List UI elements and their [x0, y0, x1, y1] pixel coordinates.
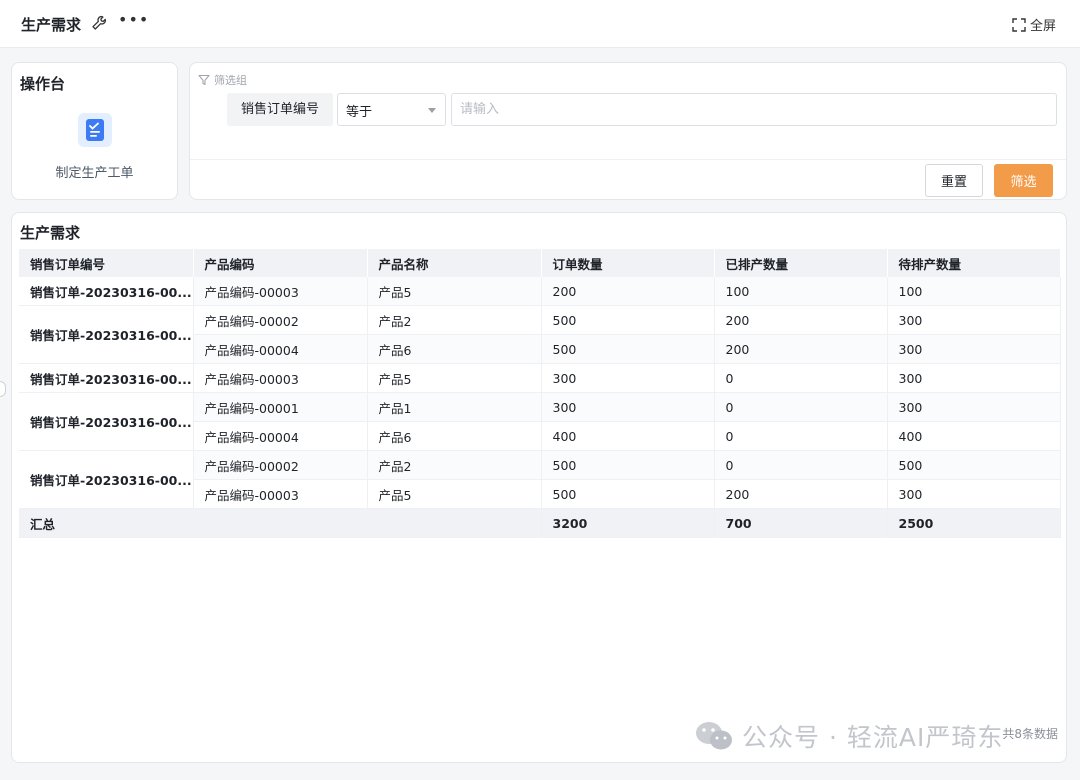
table-row[interactable]: 销售订单-20230316-00... 产品编码-00003 产品5 300 0…	[19, 363, 1061, 393]
console-title: 操作台	[20, 75, 66, 93]
filter-divider	[190, 159, 1066, 160]
chevron-down-icon	[428, 108, 436, 113]
checklist-icon	[78, 113, 112, 147]
order-qty-cell: 500	[541, 479, 715, 509]
pending-qty-cell: 300	[887, 363, 1061, 393]
top-bar: 生产需求 ••• 全屏	[0, 0, 1080, 48]
more-icon[interactable]: •••	[118, 10, 149, 29]
product-name-cell: 产品2	[367, 305, 542, 335]
operator-select[interactable]: 等于	[337, 93, 446, 126]
column-header[interactable]: 销售订单编号	[19, 249, 194, 277]
pending-qty-cell: 500	[887, 450, 1061, 480]
filter-icon	[198, 74, 210, 86]
watermark-text: 公众号 · 轻流AI严琦东	[742, 723, 1004, 752]
summary-pending-qty: 2500	[887, 508, 1061, 538]
product-code-cell: 产品编码-00004	[193, 334, 368, 364]
page-title: 生产需求	[21, 16, 82, 34]
summary-scheduled-qty: 700	[714, 508, 888, 538]
pending-qty-cell: 300	[887, 392, 1061, 422]
filter-panel: 筛选组 销售订单编号 等于 重置 筛选	[189, 62, 1067, 200]
scheduled-qty-cell: 200	[714, 479, 888, 509]
order-number-cell: 销售订单-20230316-00...	[19, 392, 194, 451]
product-code-cell: 产品编码-00003	[193, 363, 368, 393]
product-name-cell: 产品5	[367, 479, 542, 509]
table-row[interactable]: 销售订单-20230316-00... 产品编码-00003 产品5 200 1…	[19, 277, 1061, 306]
column-header[interactable]: 待排产数量	[887, 249, 1061, 277]
table-header-row: 销售订单编号 产品编码 产品名称 订单数量 已排产数量 待排产数量	[19, 249, 1061, 277]
order-number-cell: 销售订单-20230316-00...	[19, 450, 194, 509]
product-name-cell: 产品5	[367, 363, 542, 393]
product-name-cell: 产品6	[367, 334, 542, 364]
product-code-cell: 产品编码-00004	[193, 421, 368, 451]
product-code-cell: 产品编码-00001	[193, 392, 368, 422]
fullscreen-label: 全屏	[1029, 19, 1056, 34]
create-work-order-button[interactable]: 制定生产工单	[12, 111, 177, 191]
order-qty-cell: 500	[541, 450, 715, 480]
filter-value-input[interactable]	[451, 93, 1057, 126]
record-count: 共8条数据	[1002, 727, 1058, 741]
order-qty-cell: 200	[541, 277, 715, 306]
reset-button[interactable]: 重置	[925, 164, 983, 197]
fullscreen-icon	[1012, 17, 1026, 32]
product-name-cell: 产品5	[367, 277, 542, 306]
order-number-cell: 销售订单-20230316-00...	[19, 277, 194, 306]
order-number-cell: 销售订单-20230316-00...	[19, 363, 194, 393]
product-code-cell: 产品编码-00002	[193, 450, 368, 480]
product-name-cell: 产品2	[367, 450, 542, 480]
order-qty-cell: 500	[541, 334, 715, 364]
filter-group-text: 筛选组	[214, 74, 247, 87]
collapse-handle[interactable]	[0, 381, 6, 397]
scheduled-qty-cell: 100	[714, 277, 888, 306]
table-title: 生产需求	[20, 224, 81, 242]
scheduled-qty-cell: 200	[714, 334, 888, 364]
product-code-cell: 产品编码-00003	[193, 479, 368, 509]
pending-qty-cell: 100	[887, 277, 1061, 306]
column-header[interactable]: 产品编码	[193, 249, 368, 277]
pending-qty-cell: 300	[887, 305, 1061, 335]
order-number-cell: 销售订单-20230316-00...	[19, 305, 194, 364]
create-work-order-label: 制定生产工单	[55, 166, 134, 181]
summary-row: 汇总 3200 700 2500	[19, 508, 1061, 538]
wrench-icon[interactable]	[91, 15, 107, 31]
pending-qty-cell: 400	[887, 421, 1061, 451]
scheduled-qty-cell: 0	[714, 363, 888, 393]
scheduled-qty-cell: 0	[714, 421, 888, 451]
order-qty-cell: 400	[541, 421, 715, 451]
demand-table-panel: 生产需求 销售订单编号 产品编码 产品名称 订单数量 已排产数量 待排产数量 销…	[11, 212, 1067, 763]
scheduled-qty-cell: 200	[714, 305, 888, 335]
scheduled-qty-cell: 0	[714, 450, 888, 480]
column-header[interactable]: 订单数量	[541, 249, 715, 277]
filter-field-label: 销售订单编号	[227, 93, 333, 126]
operator-value: 等于	[346, 105, 373, 120]
column-header[interactable]: 产品名称	[367, 249, 542, 277]
table-row[interactable]: 销售订单-20230316-00... 产品编码-00002 产品2 500 0…	[19, 450, 1061, 509]
order-qty-cell: 300	[541, 363, 715, 393]
fullscreen-button[interactable]: 全屏	[1012, 15, 1056, 34]
pending-qty-cell: 300	[887, 334, 1061, 364]
wechat-icon	[696, 722, 732, 750]
demand-table: 销售订单编号 产品编码 产品名称 订单数量 已排产数量 待排产数量 销售订单-2…	[19, 249, 1061, 538]
order-qty-cell: 300	[541, 392, 715, 422]
pending-qty-cell: 300	[887, 479, 1061, 509]
filter-button[interactable]: 筛选	[994, 164, 1053, 197]
product-code-cell: 产品编码-00003	[193, 277, 368, 306]
column-header[interactable]: 已排产数量	[714, 249, 888, 277]
order-qty-cell: 500	[541, 305, 715, 335]
product-name-cell: 产品1	[367, 392, 542, 422]
watermark: 公众号 · 轻流AI严琦东	[694, 718, 1003, 754]
filter-group-label: 筛选组	[198, 72, 247, 88]
product-name-cell: 产品6	[367, 421, 542, 451]
product-code-cell: 产品编码-00002	[193, 305, 368, 335]
summary-order-qty: 3200	[541, 508, 715, 538]
table-row[interactable]: 销售订单-20230316-00... 产品编码-00001 产品1 300 0…	[19, 392, 1061, 451]
console-panel: 操作台 制定生产工单	[11, 62, 178, 200]
summary-label: 汇总	[19, 508, 542, 538]
scheduled-qty-cell: 0	[714, 392, 888, 422]
table-row[interactable]: 销售订单-20230316-00... 产品编码-00002 产品2 500 2…	[19, 305, 1061, 364]
